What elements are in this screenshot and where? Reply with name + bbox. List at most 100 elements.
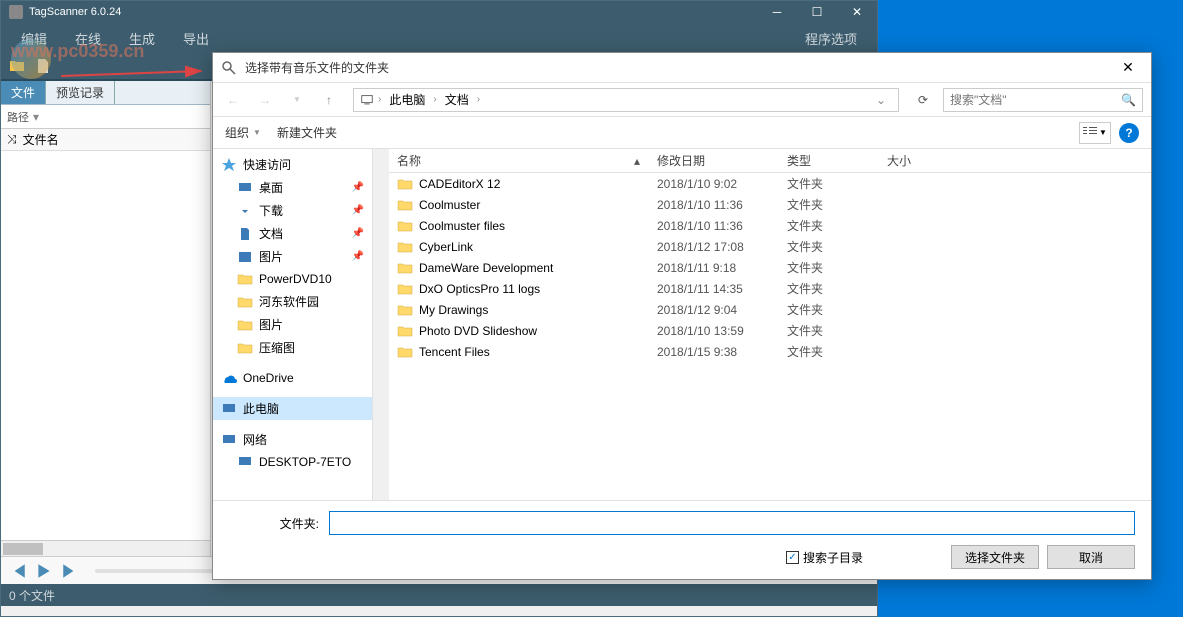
nav-recent-dropdown[interactable]: ▼ <box>285 88 309 112</box>
tree-desktop[interactable]: 桌面📌 <box>213 176 372 199</box>
file-name: Coolmuster files <box>419 219 505 233</box>
pin-icon: 📌 <box>352 228 364 239</box>
tree-quick-access[interactable]: 快速访问 <box>213 153 372 176</box>
tree-powerdvd[interactable]: PowerDVD10 <box>213 268 372 290</box>
search-input[interactable] <box>950 93 1121 107</box>
search-box[interactable]: 🔍 <box>943 88 1143 112</box>
select-folder-button[interactable]: 选择文件夹 <box>951 545 1039 569</box>
col-shuffle-icon[interactable]: ⤨ <box>7 132 17 147</box>
nav-forward-button[interactable]: → <box>253 88 277 112</box>
col-name[interactable]: 名称▴ <box>389 152 649 169</box>
folder-icon <box>397 282 413 296</box>
file-name: DxO OpticsPro 11 logs <box>419 282 540 296</box>
folder-label: 文件夹: <box>229 515 329 532</box>
tree-documents[interactable]: 文档📌 <box>213 222 372 245</box>
organize-button[interactable]: 组织▼ <box>225 124 261 141</box>
file-list-body <box>1 151 210 540</box>
titlebar: TagScanner 6.0.24 ─ ☐ ✕ <box>1 1 877 23</box>
close-button[interactable]: ✕ <box>837 1 877 23</box>
tree-network[interactable]: 网络 <box>213 428 372 451</box>
app-title: TagScanner 6.0.24 <box>29 6 757 18</box>
tree-pictures[interactable]: 图片📌 <box>213 245 372 268</box>
dialog-title: 选择带有音乐文件的文件夹 <box>245 59 1113 76</box>
file-list-header: ⤨ 文件名 <box>1 129 210 151</box>
view-mode-button[interactable]: ▼ <box>1079 122 1111 144</box>
file-date: 2018/1/10 11:36 <box>649 219 779 233</box>
folder-name-input[interactable] <box>329 511 1135 535</box>
file-name: CADEditorX 12 <box>419 177 500 191</box>
col-filename[interactable]: 文件名 <box>23 131 59 148</box>
search-subdirs-checkbox[interactable]: ✓ 搜索子目录 <box>786 549 863 566</box>
file-row[interactable]: My Drawings2018/1/12 9:04文件夹 <box>389 299 1151 320</box>
file-row[interactable]: Coolmuster2018/1/10 11:36文件夹 <box>389 194 1151 215</box>
new-folder-button[interactable]: 新建文件夹 <box>277 124 337 141</box>
tree-compress[interactable]: 压缩图 <box>213 336 372 359</box>
breadcrumb-pc[interactable]: 此电脑 <box>385 89 429 110</box>
tree-desktop7[interactable]: DESKTOP-7ETO <box>213 451 372 473</box>
folder-icon <box>397 219 413 233</box>
menu-online[interactable]: 在线 <box>63 25 113 52</box>
file-row[interactable]: Photo DVD Slideshow2018/1/10 13:59文件夹 <box>389 320 1151 341</box>
nav-up-button[interactable]: ↑ <box>317 88 341 112</box>
file-date: 2018/1/11 9:18 <box>649 261 779 275</box>
file-row[interactable]: CyberLink2018/1/12 17:08文件夹 <box>389 236 1151 257</box>
file-name: DameWare Development <box>419 261 553 275</box>
cancel-button[interactable]: 取消 <box>1047 545 1135 569</box>
col-type[interactable]: 类型 <box>779 152 879 169</box>
search-icon[interactable]: 🔍 <box>1121 93 1136 107</box>
col-size[interactable]: 大小 <box>879 152 959 169</box>
horizontal-scrollbar[interactable] <box>1 540 210 556</box>
breadcrumb-dropdown-icon[interactable]: ⌄ <box>870 91 892 109</box>
play-button[interactable] <box>35 562 53 580</box>
folder-icon <box>397 324 413 338</box>
annotation-arrow <box>61 61 211 91</box>
checkbox-icon: ✓ <box>786 551 799 564</box>
prev-button[interactable] <box>9 562 27 580</box>
file-name: Photo DVD Slideshow <box>419 324 537 338</box>
file-list-header: 名称▴ 修改日期 类型 大小 <box>389 149 1151 173</box>
tab-file[interactable]: 文件 <box>1 81 46 104</box>
file-type: 文件夹 <box>779 301 879 318</box>
file-type: 文件夹 <box>779 343 879 360</box>
file-row[interactable]: Tencent Files2018/1/15 9:38文件夹 <box>389 341 1151 362</box>
watermark-logo <box>11 39 51 79</box>
file-date: 2018/1/12 17:08 <box>649 240 779 254</box>
tree-this-pc[interactable]: 此电脑 <box>213 397 372 420</box>
pin-icon: 📌 <box>352 182 364 193</box>
file-row[interactable]: DxO OpticsPro 11 logs2018/1/11 14:35文件夹 <box>389 278 1151 299</box>
tree-downloads[interactable]: 下载📌 <box>213 199 372 222</box>
dialog-nav: ← → ▼ ↑ › 此电脑 › 文档 › ⌄ ⟳ 🔍 <box>213 83 1151 117</box>
file-type: 文件夹 <box>779 196 879 213</box>
tree-hedong[interactable]: 河东软件园 <box>213 290 372 313</box>
folder-icon <box>397 198 413 212</box>
pin-icon: 📌 <box>352 251 364 262</box>
menu-options[interactable]: 程序选项 <box>793 25 869 52</box>
checkbox-label: 搜索子目录 <box>803 549 863 566</box>
app-icon <box>9 5 23 19</box>
tree-scrollbar[interactable] <box>373 149 389 500</box>
breadcrumb[interactable]: › 此电脑 › 文档 › ⌄ <box>353 88 899 112</box>
path-dropdown-icon[interactable]: ▾ <box>33 110 39 124</box>
dialog-titlebar: 选择带有音乐文件的文件夹 ✕ <box>213 53 1151 83</box>
next-button[interactable] <box>61 562 79 580</box>
file-type: 文件夹 <box>779 280 879 297</box>
maximize-button[interactable]: ☐ <box>797 1 837 23</box>
file-row[interactable]: DameWare Development 2018/1/11 9:18文件夹 <box>389 257 1151 278</box>
breadcrumb-docs[interactable]: 文档 <box>441 89 473 110</box>
tree-onedrive[interactable]: OneDrive <box>213 367 372 389</box>
tree-pics2[interactable]: 图片 <box>213 313 372 336</box>
nav-back-button[interactable]: ← <box>221 88 245 112</box>
dialog-close-button[interactable]: ✕ <box>1113 54 1143 82</box>
left-panel: 文件 预览记录 路径 ▾ ⤨ 文件名 <box>1 81 211 556</box>
folder-icon <box>397 261 413 275</box>
help-button[interactable]: ? <box>1119 123 1139 143</box>
file-row[interactable]: CADEditorX 122018/1/10 9:02文件夹 <box>389 173 1151 194</box>
col-date[interactable]: 修改日期 <box>649 152 779 169</box>
menu-generate[interactable]: 生成 <box>117 25 167 52</box>
refresh-button[interactable]: ⟳ <box>911 88 935 112</box>
menu-export[interactable]: 导出 <box>171 25 221 52</box>
file-row[interactable]: Coolmuster files2018/1/10 11:36文件夹 <box>389 215 1151 236</box>
minimize-button[interactable]: ─ <box>757 1 797 23</box>
file-type: 文件夹 <box>779 259 879 276</box>
file-name: My Drawings <box>419 303 488 317</box>
